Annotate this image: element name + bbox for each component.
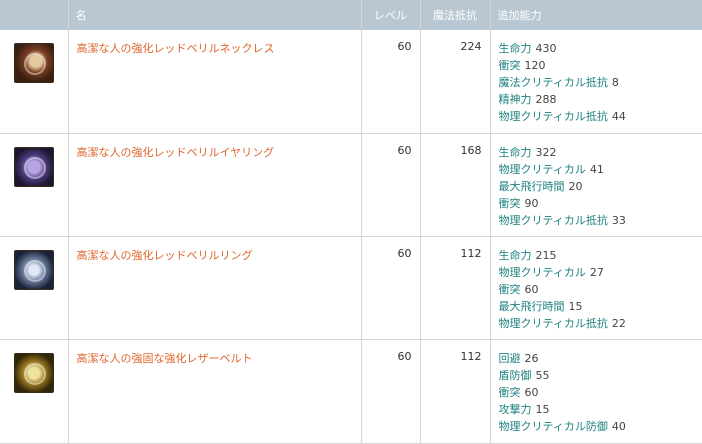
- bonus-value: 8: [611, 76, 619, 89]
- item-magic-resist: 112: [420, 339, 491, 444]
- item-icon-cell: [0, 339, 69, 444]
- bonus-stat: 盾防御: [498, 368, 532, 382]
- bonus-value: 430: [535, 42, 557, 55]
- bonus-line: 物理クリティカル抵抗 44: [499, 108, 702, 125]
- bonus-stat: 魔法クリティカル抵抗: [498, 76, 608, 89]
- bonus-value: 288: [535, 93, 557, 106]
- bonus-line: 魔法クリティカル抵抗 8: [499, 74, 702, 91]
- bonus-line: 生命力 322: [499, 144, 702, 161]
- bonus-value: 33: [611, 213, 626, 227]
- item-name-link[interactable]: 高潔な人の強化レッドベリルリング: [77, 249, 253, 262]
- bonus-value: 215: [535, 248, 557, 262]
- bonus-stat: 回避: [498, 351, 521, 365]
- bonus-line: 生命力 215: [499, 247, 702, 264]
- bonus-value: 90: [524, 196, 539, 210]
- bonus-line: 物理クリティカル防御 40: [499, 418, 702, 435]
- header-icon: [0, 0, 69, 30]
- belt-icon[interactable]: [13, 352, 54, 393]
- item-icon-cell: [0, 133, 69, 237]
- table-row: 高潔な人の強化レッドベリルイヤリング 60 168 生命力 322 物理クリティカ…: [0, 133, 702, 237]
- ring-icon[interactable]: [13, 249, 54, 290]
- bonus-stat: 精神力: [498, 93, 532, 106]
- bonus-value: 60: [524, 385, 539, 399]
- bonus-value: 20: [568, 179, 583, 193]
- item-icon-cell: [0, 30, 69, 134]
- bonus-value: 44: [611, 110, 626, 123]
- bonus-line: 物理クリティカル 27: [499, 264, 702, 281]
- item-name-link[interactable]: 高潔な人の強固な強化レザーベルト: [77, 352, 253, 365]
- bonus-stat: 攻撃力: [498, 402, 532, 416]
- bonus-line: 物理クリティカル抵抗 33: [499, 212, 702, 229]
- table-row: 高潔な人の強化レッドベリルリング 60 112 生命力 215 物理クリティカル 2…: [0, 236, 702, 340]
- bonus-line: 最大飛行時間 15: [499, 298, 702, 315]
- bonus-stat: 衝突: [498, 282, 521, 296]
- bonus-stat: 物理クリティカル抵抗: [498, 316, 608, 330]
- bonus-line: 精神力 288: [499, 91, 702, 108]
- bonus-stat: 生命力: [498, 145, 532, 159]
- header-bonus: 追加能力: [490, 0, 702, 30]
- bonus-stat: 生命力: [498, 248, 532, 262]
- bonus-stat: 物理クリティカル抵抗: [498, 110, 608, 123]
- bonus-line: 衝突 60: [499, 281, 702, 298]
- table-row: 高潔な人の強化レッドベリルネックレス 60 224 生命力 430 衝突 120 魔…: [0, 30, 702, 134]
- bonus-line: 生命力 430: [499, 40, 702, 57]
- bonus-line: 物理クリティカル抵抗 22: [499, 315, 702, 332]
- table-row: 高潔な人の強固な強化レザーベルト 60 112 回避 26 盾防御 55 衝突 60 …: [0, 339, 702, 444]
- bonus-line: 衝突 60: [499, 384, 702, 401]
- item-table: 名 レベル 魔法抵抗 追加能力 高潔な人の強化レッドベリルネックレス 60 22…: [0, 0, 702, 444]
- bonus-stat: 最大飛行時間: [498, 299, 565, 313]
- item-bonus-list: 生命力 215 物理クリティカル 27 衝突 60 最大飛行時間 15 物理クリティカル…: [490, 236, 702, 340]
- item-name-link[interactable]: 高潔な人の強化レッドベリルネックレス: [77, 42, 275, 55]
- item-bonus-list: 生命力 430 衝突 120 魔法クリティカル抵抗 8 精神力 288 物理クリティカル…: [490, 30, 702, 134]
- bonus-value: 15: [535, 402, 550, 416]
- bonus-line: 盾防御 55: [499, 367, 702, 384]
- item-level: 60: [361, 339, 421, 444]
- item-bonus-list: 生命力 322 物理クリティカル 41 最大飛行時間 20 衝突 90 物理クリティカル…: [490, 133, 702, 237]
- bonus-stat: 物理クリティカル防御: [498, 419, 608, 433]
- necklace-icon[interactable]: [13, 43, 54, 83]
- item-level: 60: [361, 236, 421, 340]
- item-icon-cell: [0, 236, 69, 340]
- item-magic-resist: 168: [420, 133, 491, 237]
- bonus-value: 55: [535, 368, 550, 382]
- bonus-value: 120: [524, 59, 546, 72]
- bonus-line: 衝突 90: [499, 195, 702, 212]
- bonus-value: 15: [568, 299, 583, 313]
- bonus-line: 攻撃力 15: [499, 401, 702, 418]
- item-level: 60: [361, 30, 421, 134]
- bonus-line: 物理クリティカル 41: [499, 161, 702, 178]
- item-level: 60: [361, 133, 421, 237]
- bonus-value: 26: [524, 351, 539, 365]
- item-magic-resist: 224: [420, 30, 491, 134]
- bonus-line: 回避 26: [499, 350, 702, 367]
- bonus-value: 60: [524, 282, 539, 296]
- bonus-value: 322: [535, 145, 557, 159]
- item-magic-resist: 112: [420, 236, 491, 340]
- bonus-stat: 衝突: [498, 59, 521, 72]
- bonus-value: 22: [611, 316, 626, 330]
- bonus-value: 40: [611, 419, 626, 433]
- bonus-line: 衝突 120: [499, 57, 702, 74]
- bonus-stat: 物理クリティカル: [498, 265, 586, 279]
- bonus-value: 41: [589, 162, 604, 176]
- bonus-stat: 最大飛行時間: [498, 179, 565, 193]
- header-magic-resist[interactable]: 魔法抵抗: [420, 0, 491, 30]
- earring-icon[interactable]: [13, 146, 54, 187]
- item-name-link[interactable]: 高潔な人の強化レッドベリルイヤリング: [77, 146, 275, 159]
- bonus-stat: 生命力: [498, 42, 532, 55]
- header-level[interactable]: レベル: [361, 0, 421, 30]
- header-name[interactable]: 名: [68, 0, 362, 30]
- bonus-stat: 衝突: [498, 196, 521, 210]
- bonus-value: 27: [589, 265, 604, 279]
- bonus-stat: 物理クリティカル: [498, 162, 586, 176]
- item-bonus-list: 回避 26 盾防御 55 衝突 60 攻撃力 15 物理クリティカル防御 40: [490, 339, 702, 444]
- bonus-stat: 衝突: [498, 385, 521, 399]
- bonus-stat: 物理クリティカル抵抗: [498, 213, 608, 227]
- table-header-row: 名 レベル 魔法抵抗 追加能力: [0, 0, 702, 30]
- bonus-line: 最大飛行時間 20: [499, 178, 702, 195]
